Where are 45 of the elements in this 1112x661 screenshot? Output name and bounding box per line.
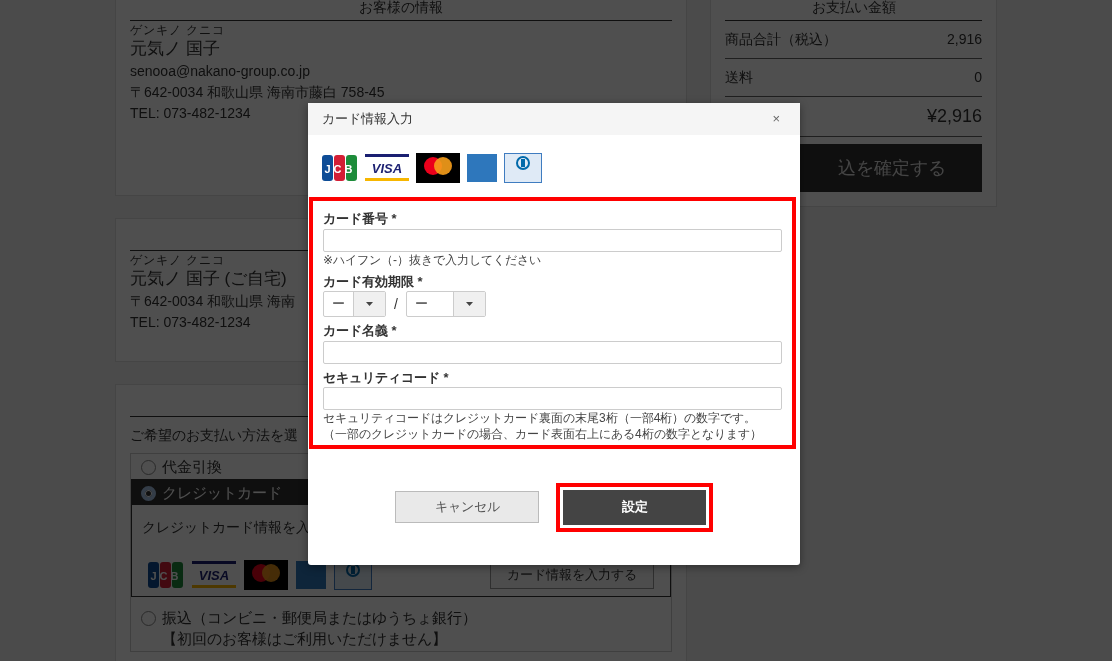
card-brand-logo: VISA [192,560,236,590]
summary-label: 商品合計（税込） [725,30,837,49]
phone-text: TEL: 073-482-1234 [130,104,251,123]
input-field[interactable] [323,340,782,364]
confirm-button[interactable]: 設定 [563,489,706,525]
card-brand-logo [416,153,460,183]
radio-button[interactable] [141,611,156,626]
summary-value: 2,916 [946,30,982,49]
option-note: 【初回のお客様はご利用いただけません】 [162,629,448,649]
address-text: 〒642-0034 和歌山県 海南市藤白 758-45 [130,83,385,102]
card-brand-logo [467,153,497,183]
input-field[interactable] [323,228,782,252]
total-value: ¥2,916 [926,106,982,126]
summary-label: 送料 [725,68,753,87]
email-text: senooa@nakano-group.co.jp [130,62,310,81]
address-text: 〒642-0034 和歌山県 海南 [130,292,295,311]
card-brand-logo [504,153,542,183]
radio-button[interactable] [141,486,156,501]
input-field[interactable] [323,387,782,411]
field-label: セキュリティコード * [323,368,450,387]
cancel-button[interactable]: キャンセル [395,491,539,524]
hint-text: セキュリティコードはクレジットカード裏面の末尾3桁（一部4桁）の数字です。 [323,410,757,427]
radio-button[interactable] [141,460,156,475]
caret-icon [366,302,373,307]
recipient-name: 元気ノ 国子 (ご自宅) [130,268,287,290]
month-select[interactable]: ー [323,291,386,318]
field-label: カード有効期限 * [323,272,424,291]
section-heading: お支払い金額 [725,0,982,21]
card-brand-logo [296,560,326,590]
summary-value: 0 [974,68,982,87]
card-brand-logo: VISA [365,153,409,183]
payment-prompt: ご希望のお支払い方法を選 [130,426,298,445]
hint-text: ※ハイフン（-）抜きで入力してください [323,251,542,268]
close-button[interactable]: × [766,109,786,129]
field-label: カード名義 * [323,322,398,341]
field-label: カード番号 * [323,210,398,228]
caret-icon [465,302,473,307]
year-select[interactable]: ー [405,291,486,318]
section-heading: お客様の情報 [130,0,672,21]
date-separator: / [394,294,398,314]
dialog-title: カード情報入力 [322,110,413,129]
hint-text: （一部のクレジットカードの場合、カード表面右上にある4桁の数字となります） [323,426,762,443]
customer-name: 元気ノ 国子 [130,38,220,60]
card-brand-logo [244,560,288,590]
phone-text: TEL: 073-482-1234 [130,313,251,332]
